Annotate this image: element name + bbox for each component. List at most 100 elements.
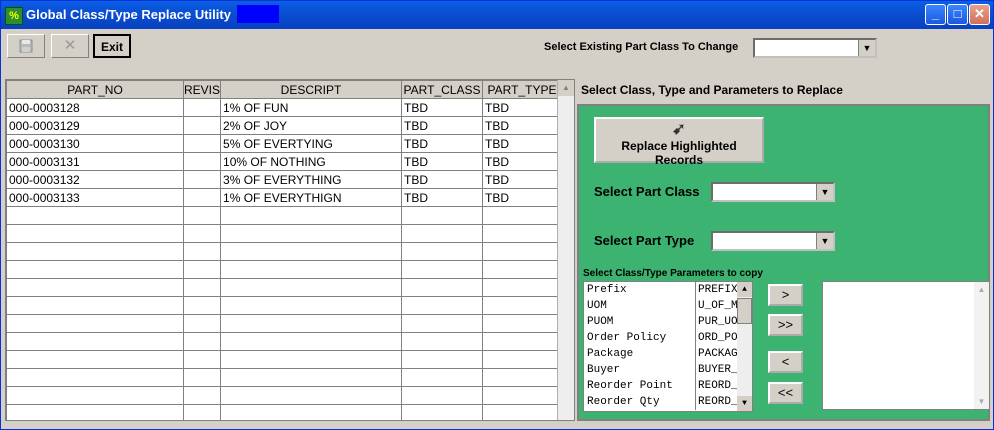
cell-revis[interactable] <box>182 170 222 189</box>
minimize-button[interactable]: _ <box>925 4 946 25</box>
cell-revis[interactable] <box>182 98 222 117</box>
exit-button[interactable]: Exit <box>93 34 131 58</box>
cell-revis[interactable] <box>182 116 222 135</box>
col-header-part-class[interactable]: PART_CLASS <box>401 80 484 99</box>
empty-row[interactable] <box>6 386 563 405</box>
grid-scrollbar[interactable]: ▲ <box>557 80 574 420</box>
cell-part-no[interactable]: 000-0003131 <box>6 152 184 171</box>
scroll-up-arrow-icon[interactable]: ▲ <box>558 80 574 96</box>
cell-part-no[interactable]: 000-0003129 <box>6 116 184 135</box>
cell-part-class[interactable]: TBD <box>401 170 484 189</box>
empty-row[interactable] <box>6 332 563 351</box>
close-button[interactable]: ✕ <box>969 4 990 25</box>
empty-row[interactable] <box>6 350 563 369</box>
target-scrollbar[interactable]: ▲ ▼ <box>974 282 989 409</box>
cell-part-no[interactable]: 000-0003128 <box>6 98 184 117</box>
chevron-down-icon[interactable]: ▼ <box>858 40 875 56</box>
col-header-descript[interactable]: DESCRIPT <box>220 80 403 99</box>
list-item[interactable]: Order PolicyORD_POL <box>584 330 752 346</box>
part-type-select[interactable]: ▼ <box>711 231 835 251</box>
cell-revis[interactable] <box>182 134 222 153</box>
cell-descript[interactable]: 1% OF EVERYTHIGN <box>220 188 403 207</box>
scroll-up-arrow-icon[interactable]: ▲ <box>737 282 752 297</box>
save-button[interactable] <box>7 34 45 58</box>
cell-part-type[interactable]: TBD <box>482 116 563 135</box>
cell-descript[interactable]: 1% OF FUN <box>220 98 403 117</box>
table-row[interactable]: 000-0003133 1% OF EVERYTHIGN TBD TBD <box>6 188 563 207</box>
table-row[interactable]: 000-0003128 1% OF FUN TBD TBD <box>6 98 563 117</box>
empty-row[interactable] <box>6 260 563 279</box>
existing-class-select[interactable]: ▼ <box>753 38 877 58</box>
title-bar[interactable]: % Global Class/Type Replace Utility _ □ … <box>1 1 993 29</box>
empty-row[interactable] <box>6 368 563 387</box>
col-header-part-type[interactable]: PART_TYPE <box>482 80 563 99</box>
cell-revis[interactable] <box>182 188 222 207</box>
chevron-down-icon[interactable]: ▼ <box>816 184 833 200</box>
main-window: % Global Class/Type Replace Utility _ □ … <box>0 0 994 430</box>
empty-row[interactable] <box>6 314 563 333</box>
cell-part-class[interactable]: TBD <box>401 152 484 171</box>
cell-part-class[interactable]: TBD <box>401 98 484 117</box>
grid-header-row: PART_NO REVIS DESCRIPT PART_CLASS PART_T… <box>6 80 563 99</box>
table-row[interactable]: 000-0003130 5% OF EVERTYING TBD TBD <box>6 134 563 153</box>
cancel-button[interactable]: ✕ <box>51 34 89 58</box>
col-header-part-no[interactable]: PART_NO <box>6 80 184 99</box>
scroll-up-arrow-icon[interactable]: ▲ <box>974 282 989 297</box>
chevron-down-icon[interactable]: ▼ <box>816 233 833 249</box>
add-param-button[interactable]: > <box>768 284 803 306</box>
table-row[interactable]: 000-0003129 2% OF JOY TBD TBD <box>6 116 563 135</box>
scroll-down-arrow-icon[interactable]: ▼ <box>737 396 752 411</box>
empty-row[interactable] <box>6 404 563 420</box>
list-item[interactable]: Buyer BUYER_ <box>584 362 752 378</box>
existing-class-label: Select Existing Part Class To Change <box>544 41 739 53</box>
part-type-label: Select Part Type <box>594 233 695 248</box>
empty-row[interactable] <box>6 206 563 225</box>
params-source-list[interactable]: PrefixPREFIX UOMU_OF_M PUOMPUR_UOM Order… <box>583 281 753 412</box>
parts-grid[interactable]: PART_NO REVIS DESCRIPT PART_CLASS PART_T… <box>5 79 575 421</box>
cell-revis[interactable] <box>182 152 222 171</box>
cell-part-type[interactable]: TBD <box>482 134 563 153</box>
list-item[interactable]: Reorder Qty REORD_ <box>584 394 752 410</box>
empty-row[interactable] <box>6 296 563 315</box>
empty-row[interactable] <box>6 242 563 261</box>
remove-all-params-button[interactable]: << <box>768 382 803 404</box>
params-target-list[interactable]: ▲ ▼ <box>822 281 990 410</box>
cell-part-type[interactable]: TBD <box>482 98 563 117</box>
cell-part-class[interactable]: TBD <box>401 188 484 207</box>
cell-part-no[interactable]: 000-0003133 <box>6 188 184 207</box>
replace-highlighted-button[interactable]: ➹ Replace Highlighted Records <box>594 117 764 167</box>
cell-part-class[interactable]: TBD <box>401 134 484 153</box>
params-scrollbar[interactable]: ▲ ▼ <box>737 282 752 411</box>
part-class-select[interactable]: ▼ <box>711 182 835 202</box>
cell-descript[interactable]: 3% OF EVERYTHING <box>220 170 403 189</box>
part-class-label: Select Part Class <box>594 184 700 199</box>
maximize-button[interactable]: □ <box>947 4 968 25</box>
list-item[interactable]: UOM U_OF_M <box>584 298 752 314</box>
col-header-revis[interactable]: REVIS <box>182 80 222 99</box>
cell-part-type[interactable]: TBD <box>482 170 563 189</box>
cell-descript[interactable]: 5% OF EVERTYING <box>220 134 403 153</box>
scroll-down-arrow-icon[interactable]: ▼ <box>974 394 989 409</box>
cell-part-type[interactable]: TBD <box>482 188 563 207</box>
window-title: Global Class/Type Replace Utility <box>26 7 231 22</box>
list-item[interactable]: Reorder Point REORD_ <box>584 378 752 394</box>
cell-part-class[interactable]: TBD <box>401 116 484 135</box>
cell-descript[interactable]: 10% OF NOTHING <box>220 152 403 171</box>
replace-panel-title: Select Class, Type and Parameters to Rep… <box>581 83 843 97</box>
cell-part-no[interactable]: 000-0003130 <box>6 134 184 153</box>
replace-highlighted-label: Replace Highlighted Records <box>621 139 737 167</box>
table-row[interactable]: 000-0003131 10% OF NOTHING TBD TBD <box>6 152 563 171</box>
list-item[interactable]: Prefix PREFIX <box>584 282 752 298</box>
remove-param-button[interactable]: < <box>768 351 803 373</box>
empty-row[interactable] <box>6 278 563 297</box>
list-item[interactable]: PUOMPUR_UOM <box>584 314 752 330</box>
add-all-params-button[interactable]: >> <box>768 314 803 336</box>
floppy-disk-icon <box>19 39 33 53</box>
list-item[interactable]: PackagePACKAGE <box>584 346 752 362</box>
scroll-thumb[interactable] <box>737 298 752 324</box>
cell-part-no[interactable]: 000-0003132 <box>6 170 184 189</box>
cell-part-type[interactable]: TBD <box>482 152 563 171</box>
cell-descript[interactable]: 2% OF JOY <box>220 116 403 135</box>
table-row[interactable]: 000-0003132 3% OF EVERYTHING TBD TBD <box>6 170 563 189</box>
empty-row[interactable] <box>6 224 563 243</box>
